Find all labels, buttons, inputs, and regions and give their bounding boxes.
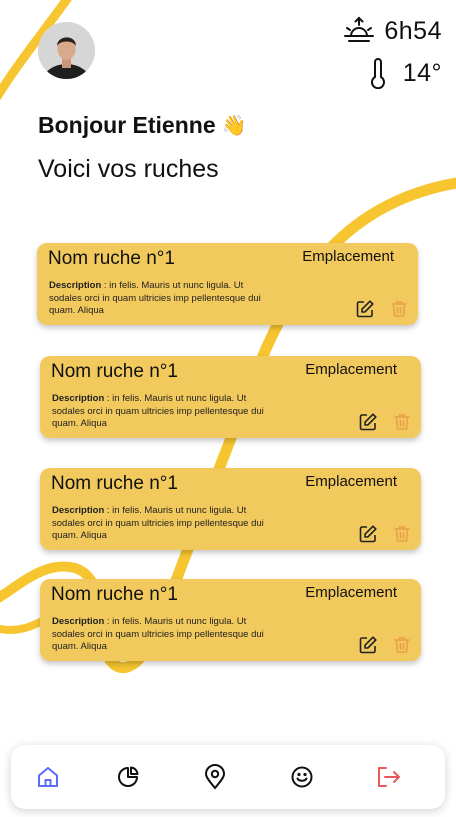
greeting-text: Bonjour Etienne (38, 112, 216, 138)
weather-panel: 6h54 14° (342, 10, 442, 94)
hive-card[interactable]: Nom ruche n°1 Emplacement Description : … (40, 579, 421, 661)
greeting-title: Bonjour Etienne 👋 (38, 112, 247, 139)
hive-name: Nom ruche n°1 (51, 473, 178, 494)
description-label: Description (49, 280, 102, 291)
hive-card[interactable]: Nom ruche n°1 Emplacement Description : … (40, 468, 421, 550)
edit-icon[interactable] (358, 524, 378, 544)
greeting: Bonjour Etienne 👋 Voici vos ruches (38, 112, 247, 184)
sunrise-row: 6h54 (342, 10, 442, 52)
hive-description: Description : in felis. Mauris ut nunc l… (49, 280, 269, 318)
hive-name: Nom ruche n°1 (48, 248, 175, 269)
temperature-row: 14° (342, 52, 442, 94)
hive-location[interactable]: Emplacement (305, 361, 397, 378)
thermometer-icon (361, 56, 395, 90)
hive-name: Nom ruche n°1 (51, 584, 178, 605)
hive-description: Description : in felis. Mauris ut nunc l… (52, 505, 272, 543)
hive-location[interactable]: Emplacement (305, 473, 397, 490)
trash-icon[interactable] (389, 299, 409, 319)
hive-name: Nom ruche n°1 (51, 361, 178, 382)
description-label: Description (52, 505, 105, 516)
pie-chart-icon[interactable] (114, 763, 142, 791)
hive-location[interactable]: Emplacement (305, 584, 397, 601)
hive-card[interactable]: Nom ruche n°1 Emplacement Description : … (37, 243, 418, 325)
bottom-nav (11, 745, 445, 809)
map-pin-icon[interactable] (201, 763, 229, 791)
sunrise-time: 6h54 (384, 16, 442, 45)
trash-icon[interactable] (392, 412, 412, 432)
logout-icon[interactable] (375, 763, 403, 791)
smiley-icon[interactable] (288, 763, 316, 791)
wave-emoji-icon: 👋 (221, 115, 247, 137)
trash-icon[interactable] (392, 635, 412, 655)
edit-icon[interactable] (355, 299, 375, 319)
temperature-value: 14° (402, 58, 442, 87)
hive-location[interactable]: Emplacement (302, 248, 394, 265)
hive-description: Description : in felis. Mauris ut nunc l… (52, 393, 272, 431)
description-label: Description (52, 616, 105, 627)
profile-photo (38, 22, 95, 79)
avatar[interactable] (38, 22, 95, 79)
greeting-subtitle: Voici vos ruches (38, 155, 219, 183)
edit-icon[interactable] (358, 635, 378, 655)
trash-icon[interactable] (392, 524, 412, 544)
hive-description: Description : in felis. Mauris ut nunc l… (52, 616, 272, 654)
home-icon[interactable] (34, 763, 62, 791)
edit-icon[interactable] (358, 412, 378, 432)
sunrise-icon (342, 14, 376, 48)
description-label: Description (52, 393, 105, 404)
hive-card[interactable]: Nom ruche n°1 Emplacement Description : … (40, 356, 421, 438)
